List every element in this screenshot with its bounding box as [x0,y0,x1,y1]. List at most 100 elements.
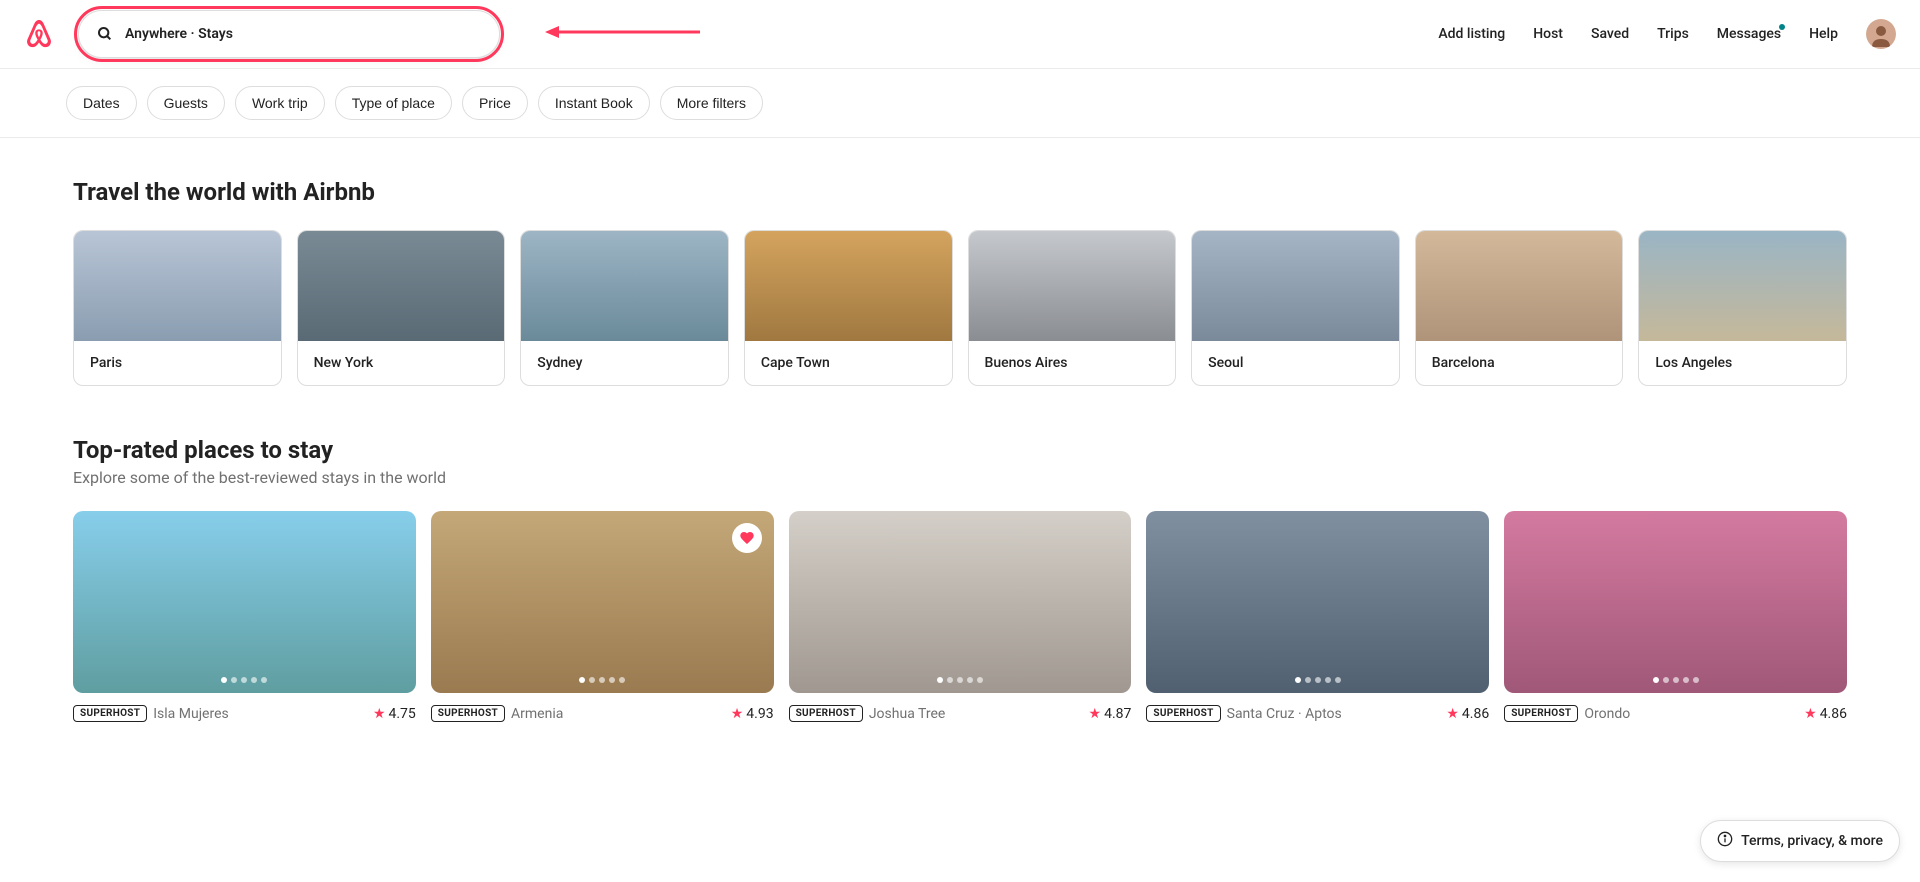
rating-value: 4.86 [1820,706,1847,722]
destination-label: Sydney [521,341,728,385]
listing-meta: SUPERHOST Isla Mujeres ★ 4.75 [73,705,416,722]
rating-value: 4.86 [1462,706,1489,722]
destinations-row: Paris New York Sydney Cape Town Buenos A… [73,230,1847,386]
destination-label: Paris [74,341,281,385]
listing-card[interactable]: SUPERHOST Isla Mujeres ★ 4.75 [73,511,416,722]
listing-rating: ★ 4.93 [731,706,774,722]
search-text: Anywhere · Stays [125,26,233,42]
listing-meta: SUPERHOST Santa Cruz · Aptos ★ 4.86 [1146,705,1489,722]
rating-value: 4.87 [1104,706,1131,722]
user-avatar[interactable] [1866,19,1896,49]
nav-host[interactable]: Host [1519,14,1577,54]
notification-dot-icon [1779,24,1785,30]
listing-location: Joshua Tree [869,706,945,722]
destination-image [521,231,728,341]
top-rated-subtitle: Explore some of the best-reviewed stays … [73,468,1847,487]
star-icon: ★ [1089,706,1102,722]
search-bar[interactable]: Anywhere · Stays [78,10,500,58]
destination-image [745,231,952,341]
nav-add-listing[interactable]: Add listing [1424,14,1519,54]
listing-card[interactable]: SUPERHOST Joshua Tree ★ 4.87 [789,511,1132,722]
listings-row: SUPERHOST Isla Mujeres ★ 4.75 [73,511,1847,722]
terms-privacy-button[interactable]: Terms, privacy, & more [1700,820,1900,862]
destination-card-losangeles[interactable]: Los Angeles [1638,230,1847,386]
filter-price[interactable]: Price [462,86,528,120]
superhost-badge: SUPERHOST [789,705,863,722]
listing-location: Armenia [511,706,563,722]
listing-image [73,511,416,693]
listing-image [1146,511,1489,693]
destination-card-paris[interactable]: Paris [73,230,282,386]
listing-location: Santa Cruz · Aptos [1227,706,1342,722]
superhost-badge: SUPERHOST [73,705,147,722]
destination-label: Buenos Aires [969,341,1176,385]
listing-rating: ★ 4.75 [373,706,416,722]
listing-rating: ★ 4.86 [1804,706,1847,722]
filter-more-filters[interactable]: More filters [660,86,763,120]
listing-location: Isla Mujeres [153,706,229,722]
search-wrapper: Anywhere · Stays [78,10,500,58]
nav-trips[interactable]: Trips [1643,14,1703,54]
listing-location: Orondo [1584,706,1630,722]
listing-meta: SUPERHOST Orondo ★ 4.86 [1504,705,1847,722]
heart-icon [739,530,755,546]
superhost-badge: SUPERHOST [431,705,505,722]
destination-card-barcelona[interactable]: Barcelona [1415,230,1624,386]
destination-label: Barcelona [1416,341,1623,385]
destination-label: Los Angeles [1639,341,1846,385]
filter-instant-book[interactable]: Instant Book [538,86,650,120]
filter-guests[interactable]: Guests [147,86,225,120]
filter-type-of-place[interactable]: Type of place [335,86,452,120]
info-icon [1717,831,1733,851]
destination-card-seoul[interactable]: Seoul [1191,230,1400,386]
header: Anywhere · Stays Add listing Host Saved … [0,0,1920,69]
listing-card[interactable]: SUPERHOST Orondo ★ 4.86 [1504,511,1847,722]
listing-image [1504,511,1847,693]
carousel-dots [937,677,983,683]
travel-section-title: Travel the world with Airbnb [73,178,1847,206]
nav-help[interactable]: Help [1795,14,1852,54]
destination-image [1192,231,1399,341]
listing-meta: SUPERHOST Joshua Tree ★ 4.87 [789,705,1132,722]
destination-image [969,231,1176,341]
carousel-dots [1295,677,1341,683]
airbnb-logo[interactable] [24,18,54,50]
save-heart-button[interactable] [732,523,762,553]
filter-dates[interactable]: Dates [66,86,137,120]
star-icon: ★ [1446,706,1459,722]
destination-card-capetown[interactable]: Cape Town [744,230,953,386]
carousel-dots [1653,677,1699,683]
listing-rating: ★ 4.86 [1446,706,1489,722]
listing-card[interactable]: SUPERHOST Santa Cruz · Aptos ★ 4.86 [1146,511,1489,722]
carousel-dots [221,677,267,683]
superhost-badge: SUPERHOST [1504,705,1578,722]
rating-value: 4.93 [746,706,773,722]
listing-card[interactable]: SUPERHOST Armenia ★ 4.93 [431,511,774,722]
listing-image [431,511,774,693]
top-rated-section: Top-rated places to stay Explore some of… [0,396,1920,732]
carousel-dots [579,677,625,683]
listing-image [789,511,1132,693]
travel-section: Travel the world with Airbnb Paris New Y… [0,138,1920,396]
nav-messages-label: Messages [1717,26,1781,42]
destination-label: New York [298,341,505,385]
destination-card-newyork[interactable]: New York [297,230,506,386]
destination-image [1416,231,1623,341]
destination-image [74,231,281,341]
rating-value: 4.75 [389,706,416,722]
nav-saved[interactable]: Saved [1577,14,1643,54]
destination-label: Cape Town [745,341,952,385]
superhost-badge: SUPERHOST [1146,705,1220,722]
destination-card-sydney[interactable]: Sydney [520,230,729,386]
header-nav: Add listing Host Saved Trips Messages He… [1424,14,1896,54]
filter-work-trip[interactable]: Work trip [235,86,325,120]
destination-label: Seoul [1192,341,1399,385]
terms-label: Terms, privacy, & more [1741,833,1883,849]
filter-bar: Dates Guests Work trip Type of place Pri… [0,69,1920,138]
search-icon [97,26,113,42]
star-icon: ★ [731,706,744,722]
destination-card-buenosaires[interactable]: Buenos Aires [968,230,1177,386]
star-icon: ★ [373,706,386,722]
top-rated-title: Top-rated places to stay [73,436,1847,464]
nav-messages[interactable]: Messages [1703,14,1795,54]
